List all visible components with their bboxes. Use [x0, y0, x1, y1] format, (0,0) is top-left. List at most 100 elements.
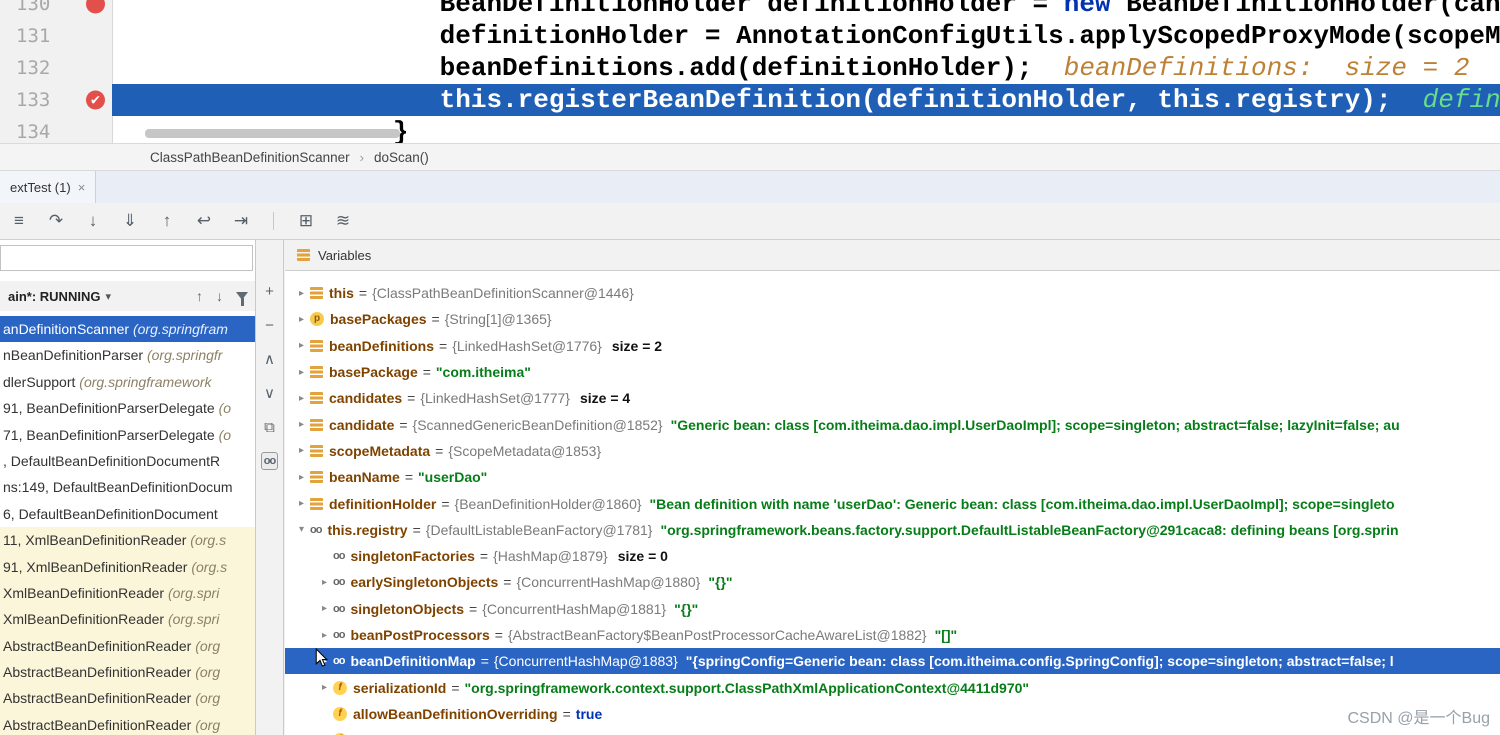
chevron-right-icon[interactable]: ▸: [316, 682, 333, 693]
chevron-right-icon[interactable]: ▸: [316, 630, 333, 641]
variable-row[interactable]: ▸candidates={LinkedHashSet@1777}size = 4: [285, 385, 1500, 411]
chevron-right-icon[interactable]: ▸: [293, 393, 310, 404]
variable-row[interactable]: fallowBeanDefinitionOverriding=true: [285, 701, 1500, 727]
show-watches-icon[interactable]: oo: [261, 452, 278, 470]
variable-row[interactable]: ▸candidate={ScannedGenericBeanDefinition…: [285, 411, 1500, 437]
chevron-right-icon[interactable]: ▸: [293, 445, 310, 456]
menu-icon[interactable]: ≡: [10, 211, 28, 231]
variable-row[interactable]: ▸beanDefinitions={LinkedHashSet@1776}siz…: [285, 333, 1500, 359]
variable-row[interactable]: ▸oobeanPostProcessors={AbstractBeanFacto…: [285, 622, 1500, 648]
frame-item[interactable]: 71, BeanDefinitionParserDelegate (o: [0, 422, 256, 448]
chevron-right-icon[interactable]: ▸: [316, 603, 333, 614]
frame-item[interactable]: 91, BeanDefinitionParserDelegate (o: [0, 395, 256, 421]
variable-row[interactable]: fallowEagerClassLoading: [285, 727, 1500, 735]
code-text[interactable]: beanDefinitions.add(definitionHolder); b…: [112, 52, 1500, 84]
frame-item[interactable]: 6, DefaultBeanDefinitionDocument: [0, 501, 256, 527]
code-line[interactable]: 133✔this.registerBeanDefinition(definiti…: [0, 84, 1500, 116]
step-over-icon[interactable]: ↷: [47, 211, 65, 231]
code-segment: .registry);: [1220, 85, 1423, 115]
chevron-right-icon[interactable]: ▸: [316, 577, 333, 588]
line-number-gutter[interactable]: 133✔: [0, 84, 112, 116]
variable-row[interactable]: ▸scopeMetadata={ScopeMetadata@1853}: [285, 438, 1500, 464]
code-text[interactable]: this.registerBeanDefinition(definitionHo…: [112, 84, 1500, 116]
variable-reference: {BeanDefinitionHolder@1860}: [455, 496, 642, 512]
line-number-gutter[interactable]: 130: [0, 0, 112, 20]
frame-item[interactable]: AbstractBeanDefinitionReader (org: [0, 685, 256, 711]
code-text[interactable]: BeanDefinitionHolder definitionHolder = …: [112, 0, 1500, 20]
variable-name: candidates: [329, 390, 402, 406]
frame-up-icon[interactable]: ↑: [196, 288, 203, 304]
view-breakpoints-icon[interactable]: ⊞: [297, 211, 315, 231]
variable-row[interactable]: ▾oothis.registry={DefaultListableBeanFac…: [285, 517, 1500, 543]
variable-row[interactable]: ▸basePackage="com.itheima": [285, 359, 1500, 385]
code-segment: this: [440, 85, 502, 115]
line-number-gutter[interactable]: 134: [0, 116, 112, 143]
drop-frame-icon[interactable]: ↩: [195, 211, 213, 231]
horizontal-scrollbar[interactable]: [145, 129, 400, 138]
frame-package: (org: [195, 638, 220, 654]
breadcrumb-class[interactable]: ClassPathBeanDefinitionScanner: [150, 150, 350, 165]
variable-row[interactable]: ▸ooearlySingletonObjects={ConcurrentHash…: [285, 569, 1500, 595]
frame-package: (org.springfr: [147, 347, 222, 363]
breakpoint-icon[interactable]: [86, 0, 105, 14]
variable-row[interactable]: oosingletonFactories={HashMap@1879}size …: [285, 543, 1500, 569]
frame-item[interactable]: dlerSupport (org.springframework: [0, 369, 256, 395]
frame-item[interactable]: ns:149, DefaultBeanDefinitionDocum: [0, 474, 256, 500]
tab-context-test[interactable]: extTest (1) ×: [0, 171, 96, 203]
variable-row[interactable]: ▸fserializationId="org.springframework.c…: [285, 674, 1500, 700]
line-number-gutter[interactable]: 132: [0, 52, 112, 84]
code-line[interactable]: 132beanDefinitions.add(definitionHolder)…: [0, 52, 1500, 84]
frame-item[interactable]: nBeanDefinitionParser (org.springfr: [0, 342, 256, 368]
frame-item[interactable]: XmlBeanDefinitionReader (org.spri: [0, 580, 256, 606]
frame-package: (o: [219, 427, 231, 443]
frame-item[interactable]: AbstractBeanDefinitionReader (org: [0, 633, 256, 659]
frames-top-box[interactable]: [0, 245, 253, 271]
force-step-into-icon[interactable]: ⇓: [121, 211, 139, 231]
mute-breakpoints-icon[interactable]: ≋: [334, 211, 352, 231]
frame-item[interactable]: , DefaultBeanDefinitionDocumentR: [0, 448, 256, 474]
line-number-gutter[interactable]: 131: [0, 20, 112, 52]
duplicate-icon[interactable]: ⧉: [264, 418, 275, 438]
step-out-icon[interactable]: ↑: [158, 211, 176, 231]
variable-row[interactable]: ▸beanName="userDao": [285, 464, 1500, 490]
variable-row[interactable]: ▸oosingletonObjects={ConcurrentHashMap@1…: [285, 596, 1500, 622]
chevron-right-icon[interactable]: ▸: [293, 419, 310, 430]
line-number: 134: [16, 121, 50, 143]
chevron-right-icon[interactable]: ▸: [293, 472, 310, 483]
variable-row[interactable]: ▸this={ClassPathBeanDefinitionScanner@14…: [285, 280, 1500, 306]
breakpoint-icon[interactable]: ✔: [86, 91, 105, 110]
thread-selector[interactable]: ain*: RUNNING ▾ ↑ ↓: [0, 281, 256, 311]
frame-item[interactable]: 11, XmlBeanDefinitionReader (org.s: [0, 527, 256, 553]
add-watch-icon[interactable]: +: [265, 282, 274, 302]
code-line[interactable]: 130BeanDefinitionHolder definitionHolder…: [0, 0, 1500, 20]
breadcrumb-method[interactable]: doScan(): [374, 150, 429, 165]
remove-watch-icon[interactable]: −: [265, 316, 274, 336]
chevron-down-icon[interactable]: ▾: [293, 524, 310, 535]
variable-row[interactable]: ▸oobeanDefinitionMap={ConcurrentHashMap@…: [285, 648, 1500, 674]
step-into-icon[interactable]: ↓: [84, 211, 102, 231]
code-line[interactable]: 131definitionHolder = AnnotationConfigUt…: [0, 20, 1500, 52]
frame-item[interactable]: AbstractBeanDefinitionReader (org: [0, 659, 256, 685]
move-up-icon[interactable]: ∧: [264, 350, 275, 370]
run-to-cursor-icon[interactable]: ⇥: [232, 211, 250, 231]
code-text[interactable]: definitionHolder = AnnotationConfigUtils…: [112, 20, 1500, 52]
frame-item[interactable]: AbstractBeanDefinitionReader (org: [0, 712, 256, 735]
chevron-right-icon[interactable]: ▸: [293, 314, 310, 325]
frame-item[interactable]: XmlBeanDefinitionReader (org.spri: [0, 606, 256, 632]
frame-class: 91, XmlBeanDefinitionReader: [3, 559, 191, 575]
frame-item[interactable]: 91, XmlBeanDefinitionReader (org.s: [0, 554, 256, 580]
close-icon[interactable]: ×: [78, 180, 86, 195]
chevron-right-icon[interactable]: ▸: [293, 340, 310, 351]
chevron-right-icon[interactable]: ▸: [293, 288, 310, 299]
code-editor[interactable]: 130BeanDefinitionHolder definitionHolder…: [0, 0, 1500, 143]
frame-down-icon[interactable]: ↓: [216, 288, 223, 304]
variable-row[interactable]: ▸definitionHolder={BeanDefinitionHolder@…: [285, 490, 1500, 516]
frame-item[interactable]: anDefinitionScanner (org.springfram: [0, 316, 256, 342]
chevron-right-icon[interactable]: ▸: [293, 498, 310, 509]
move-down-icon[interactable]: ∨: [264, 384, 275, 404]
variable-name: singletonFactories: [350, 548, 474, 564]
variable-string-value: "{springConfig=Generic bean: class [com.…: [686, 653, 1394, 669]
variable-row[interactable]: ▸pbasePackages={String[1]@1365}: [285, 306, 1500, 332]
chevron-right-icon[interactable]: ▸: [293, 367, 310, 378]
filter-icon[interactable]: [236, 292, 248, 300]
